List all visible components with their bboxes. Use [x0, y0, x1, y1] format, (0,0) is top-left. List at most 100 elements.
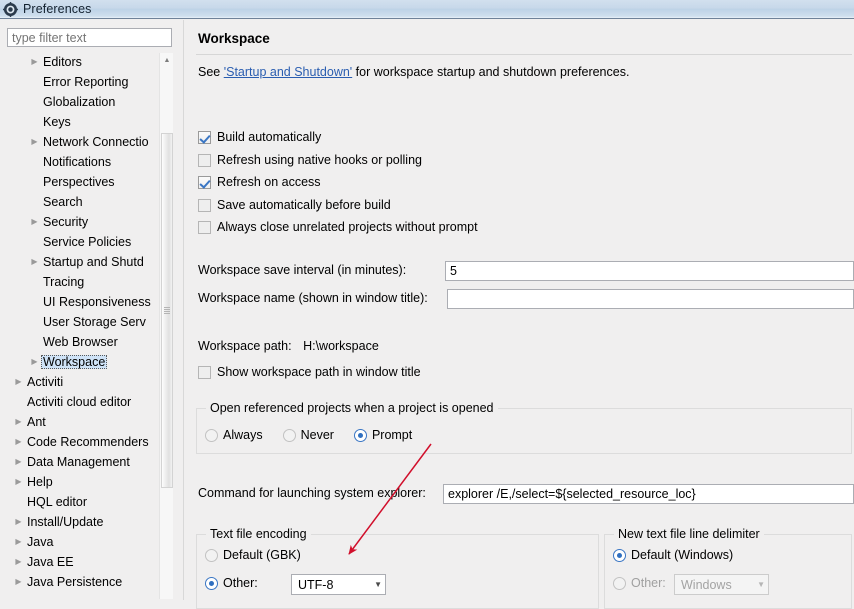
scrollbar-thumb[interactable]	[161, 133, 173, 488]
expand-arrow-icon[interactable]: ▶	[12, 378, 25, 386]
sidebar-item-install-update[interactable]: ▶ Install/Update	[7, 512, 159, 532]
delimiter-default-radio[interactable]	[613, 548, 626, 562]
sidebar-item-error-reporting[interactable]: ▶Error Reporting	[7, 72, 159, 92]
expand-arrow-icon[interactable]: ▶	[28, 358, 41, 366]
delimiter-combo[interactable]: Windows ▼	[674, 574, 769, 595]
checkbox-refresh-using-native-hooks-or-polling[interactable]	[198, 153, 211, 167]
chevron-down-icon[interactable]: ▼	[757, 580, 765, 589]
sidebar-item-label: Editors	[43, 54, 82, 69]
sidebar-item-editors[interactable]: ▶ Editors	[7, 52, 159, 72]
filter-input[interactable]	[7, 28, 172, 47]
checkbox-row-refresh-on-access[interactable]: Refresh on access	[198, 175, 321, 189]
sidebar-item-label: Startup and Shutd	[43, 254, 144, 269]
sidebar-item-notifications[interactable]: ▶Notifications	[7, 152, 159, 172]
encoding-default-row[interactable]: Default (GBK)	[205, 548, 301, 562]
sidebar-item-startup-and-shutd[interactable]: ▶ Startup and Shutd	[7, 252, 159, 272]
radio-always-indicator[interactable]	[205, 428, 218, 442]
sidebar-item-data-management[interactable]: ▶ Data Management	[7, 452, 159, 472]
checkbox-row-save-automatically-before-build[interactable]: Save automatically before build	[198, 198, 391, 212]
expand-arrow-icon[interactable]: ▶	[12, 538, 25, 546]
sidebar-item-keys[interactable]: ▶Keys	[7, 112, 159, 132]
expand-arrow-icon[interactable]: ▶	[28, 138, 41, 146]
expand-arrow-icon[interactable]: ▶	[12, 458, 25, 466]
checkbox-save-automatically-before-build[interactable]	[198, 198, 211, 212]
delimiter-other-radio[interactable]	[613, 576, 626, 590]
radio-never-indicator[interactable]	[282, 428, 296, 442]
expand-arrow-icon[interactable]: ▶	[12, 478, 25, 486]
sidebar-item-search[interactable]: ▶Search	[7, 192, 159, 212]
expand-arrow-icon[interactable]: ▶	[12, 438, 25, 446]
sidebar-item-activiti-cloud-editor[interactable]: ▶Activiti cloud editor	[7, 392, 159, 412]
sidebar-item-tracing[interactable]: ▶Tracing	[7, 272, 159, 292]
startup-and-shutdown-link[interactable]: 'Startup and Shutdown'	[224, 65, 352, 79]
show-workspace-path-checkbox-row[interactable]: Show workspace path in window title	[198, 365, 421, 379]
expand-arrow-icon[interactable]: ▶	[12, 518, 25, 526]
sidebar-item-label: Java EE	[27, 554, 74, 569]
sidebar-item-label: Workspace	[41, 354, 108, 370]
sidebar-item-label: Ant	[27, 414, 46, 429]
sidebar-item-code-recommenders[interactable]: ▶ Code Recommenders	[7, 432, 159, 452]
save-interval-input[interactable]	[445, 261, 854, 281]
expand-arrow-icon[interactable]: ▶	[12, 558, 25, 566]
checkbox-build-automatically[interactable]	[198, 130, 211, 144]
checkbox-row-always-close-unrelated-projects-without-prompt[interactable]: Always close unrelated projects without …	[198, 220, 478, 234]
checkbox-row-build-automatically[interactable]: Build automatically	[198, 130, 321, 144]
system-explorer-command-row: Command for launching system explorer:	[198, 486, 426, 500]
sidebar-item-service-policies[interactable]: ▶Service Policies	[7, 232, 159, 252]
expand-arrow-icon[interactable]: ▶	[12, 578, 25, 586]
expand-arrow-icon[interactable]: ▶	[28, 58, 41, 66]
scrollbar-track[interactable]	[160, 68, 174, 599]
sidebar-item-web-browser[interactable]: ▶Web Browser	[7, 332, 159, 352]
checkbox-refresh-on-access[interactable]	[198, 175, 211, 189]
radio-option-never[interactable]: Never	[282, 428, 334, 442]
sidebar-item-label: Activiti	[27, 374, 64, 389]
checkbox-row-refresh-using-native-hooks-or-polling[interactable]: Refresh using native hooks or polling	[198, 153, 422, 167]
radio-option-prompt[interactable]: Prompt	[353, 428, 412, 442]
preferences-gear-icon	[3, 1, 18, 17]
delimiter-default-row[interactable]: Default (Windows)	[613, 548, 733, 562]
expand-arrow-icon[interactable]: ▶	[12, 418, 25, 426]
system-explorer-command-input[interactable]	[443, 484, 854, 504]
encoding-other-radio[interactable]	[205, 576, 218, 590]
scroll-up-arrow-icon[interactable]: ▲	[160, 53, 174, 68]
preferences-tree-wrap: ▶Editors▶Error Reporting▶Globalization▶K…	[7, 52, 172, 600]
sidebar-item-activiti[interactable]: ▶ Activiti	[7, 372, 159, 392]
delimiter-combo-value: Windows	[681, 577, 732, 592]
sidebar-item-label: Service Policies	[43, 234, 132, 249]
workspace-name-input[interactable]	[447, 289, 854, 309]
line-delimiter-title: New text file line delimiter	[614, 527, 764, 541]
sidebar-item-java-persistence[interactable]: ▶ Java Persistence	[7, 572, 159, 592]
checkbox-label-refresh-on-access: Refresh on access	[217, 175, 321, 189]
checkbox-label-build-automatically: Build automatically	[217, 130, 322, 144]
sidebar-item-network-connectio[interactable]: ▶ Network Connectio	[7, 132, 159, 152]
sidebar-item-hql-editor[interactable]: ▶HQL editor	[7, 492, 159, 512]
encoding-default-radio[interactable]	[205, 548, 218, 562]
title-separator	[196, 54, 852, 55]
checkbox-always-close-unrelated-projects-without-prompt[interactable]	[198, 220, 211, 234]
sidebar-item-help[interactable]: ▶ Help	[7, 472, 159, 492]
sidebar-item-java-ee[interactable]: ▶ Java EE	[7, 552, 159, 572]
chevron-down-icon[interactable]: ▼	[374, 580, 382, 589]
encoding-combo[interactable]: UTF-8 ▼	[291, 574, 386, 595]
checkbox-label-refresh-using-native-hooks-or-polling: Refresh using native hooks or polling	[217, 153, 422, 167]
sidebar-item-user-storage-serv[interactable]: ▶User Storage Serv	[7, 312, 159, 332]
save-interval-row: Workspace save interval (in minutes):	[198, 263, 406, 277]
sidebar-item-java[interactable]: ▶ Java	[7, 532, 159, 552]
sidebar-item-perspectives[interactable]: ▶Perspectives	[7, 172, 159, 192]
see-prefix: See	[198, 65, 224, 79]
expand-arrow-icon[interactable]: ▶	[28, 258, 41, 266]
encoding-other-row[interactable]: Other:	[205, 576, 258, 590]
sidebar-item-ui-responsiveness[interactable]: ▶UI Responsiveness	[7, 292, 159, 312]
sidebar-item-label: Search	[43, 194, 83, 209]
sidebar-item-globalization[interactable]: ▶Globalization	[7, 92, 159, 112]
sidebar-scrollbar[interactable]: ▲	[159, 53, 173, 599]
sidebar-item-workspace[interactable]: ▶ Workspace	[7, 352, 159, 372]
sidebar-item-ant[interactable]: ▶ Ant	[7, 412, 159, 432]
workspace-name-label: Workspace name (shown in window title):	[198, 291, 428, 305]
expand-arrow-icon[interactable]: ▶	[28, 218, 41, 226]
radio-option-always[interactable]: Always	[205, 428, 263, 442]
show-workspace-path-checkbox[interactable]	[198, 365, 211, 379]
sidebar-item-security[interactable]: ▶ Security	[7, 212, 159, 232]
radio-prompt-indicator[interactable]	[353, 428, 367, 442]
delimiter-other-row[interactable]: Other:	[613, 576, 666, 590]
